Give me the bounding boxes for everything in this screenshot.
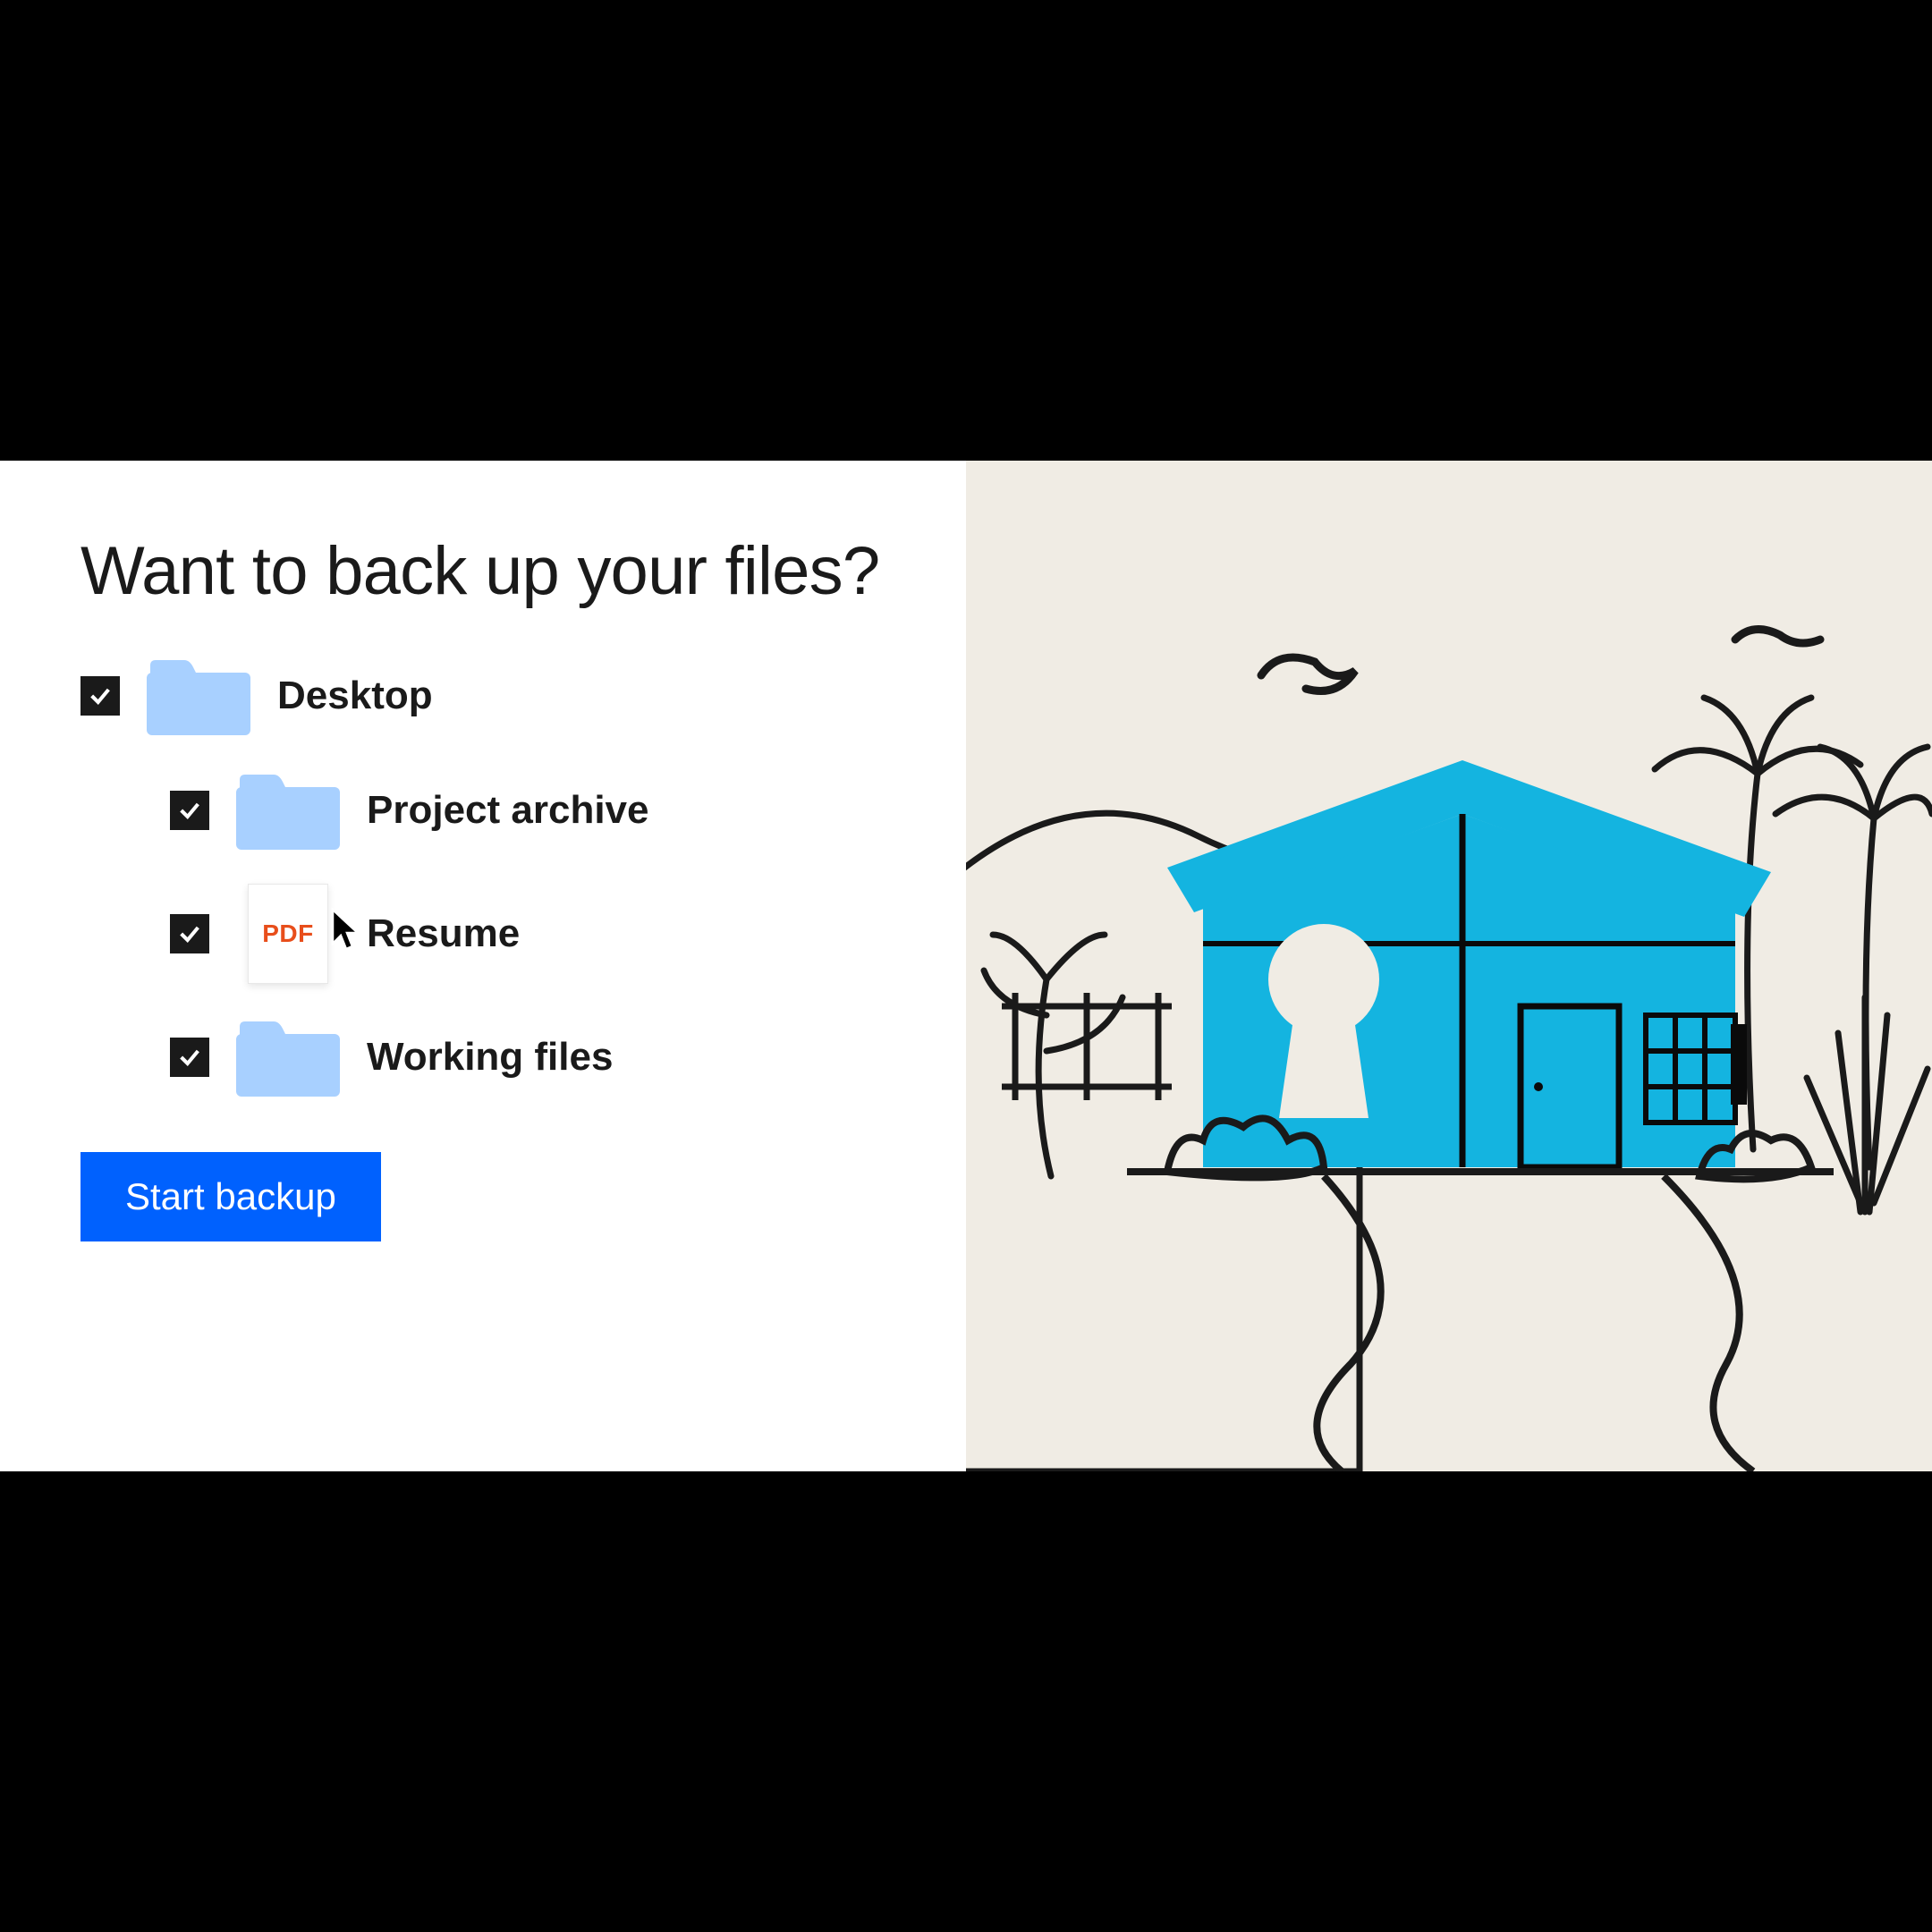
illustration-panel bbox=[966, 461, 1932, 1471]
tree-item-project-archive[interactable]: Project archive bbox=[80, 769, 903, 852]
pdf-file-icon: PDF bbox=[234, 884, 342, 984]
start-backup-button[interactable]: Start backup bbox=[80, 1152, 381, 1241]
pdf-badge: PDF bbox=[262, 919, 314, 948]
tree-item-working-files[interactable]: Working files bbox=[80, 1016, 903, 1098]
checkbox-icon[interactable] bbox=[80, 676, 120, 716]
checkbox-icon[interactable] bbox=[170, 1038, 209, 1077]
tree-item-label: Project archive bbox=[367, 788, 649, 833]
folder-icon bbox=[145, 655, 252, 737]
backup-form: Want to back up your files? Desktop bbox=[0, 461, 966, 1471]
dialog-heading: Want to back up your files? bbox=[80, 532, 903, 610]
tree-item-label: Desktop bbox=[277, 674, 433, 718]
cursor-icon bbox=[327, 906, 363, 956]
folder-icon bbox=[234, 1016, 342, 1098]
file-tree: Desktop Project archive bbox=[80, 655, 903, 1098]
tree-item-label: Working files bbox=[367, 1035, 613, 1080]
tree-item-resume[interactable]: PDF Resume bbox=[80, 884, 903, 984]
checkbox-icon[interactable] bbox=[170, 914, 209, 953]
checkbox-icon[interactable] bbox=[170, 791, 209, 830]
tree-item-desktop[interactable]: Desktop bbox=[80, 655, 903, 737]
house-illustration bbox=[966, 461, 1932, 1471]
tree-item-text: Resume bbox=[367, 911, 520, 955]
backup-dialog: Want to back up your files? Desktop bbox=[0, 461, 1932, 1471]
folder-icon bbox=[234, 769, 342, 852]
tree-item-label: Resume bbox=[367, 911, 520, 956]
